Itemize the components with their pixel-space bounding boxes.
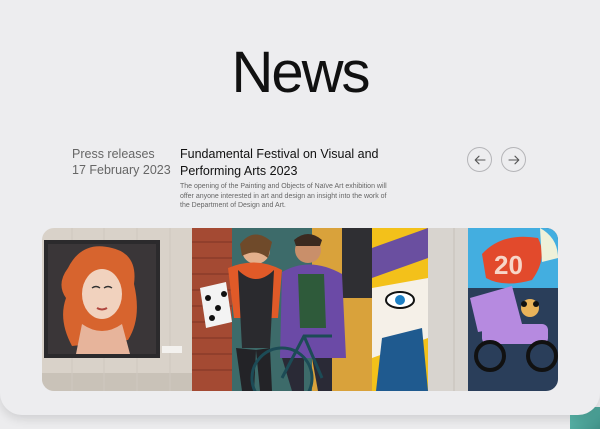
news-card: News Press releases 17 February 2023 Fun… bbox=[0, 0, 600, 415]
article-headline[interactable]: Fundamental Festival on Visual and Perfo… bbox=[180, 146, 380, 180]
next-button[interactable] bbox=[501, 147, 526, 172]
article-excerpt: The opening of the Painting and Objects … bbox=[180, 183, 387, 209]
arrow-right-icon bbox=[507, 155, 519, 164]
article-date: 17 February 2023 bbox=[72, 163, 171, 177]
article-category[interactable]: Press releases bbox=[72, 147, 155, 161]
svg-text:20: 20 bbox=[494, 250, 523, 280]
arrow-left-icon bbox=[474, 155, 486, 164]
street-art-photo: 20 bbox=[42, 228, 558, 391]
article-image[interactable]: 20 bbox=[42, 228, 558, 391]
prev-button[interactable] bbox=[467, 147, 492, 172]
page-title: News bbox=[231, 40, 370, 105]
